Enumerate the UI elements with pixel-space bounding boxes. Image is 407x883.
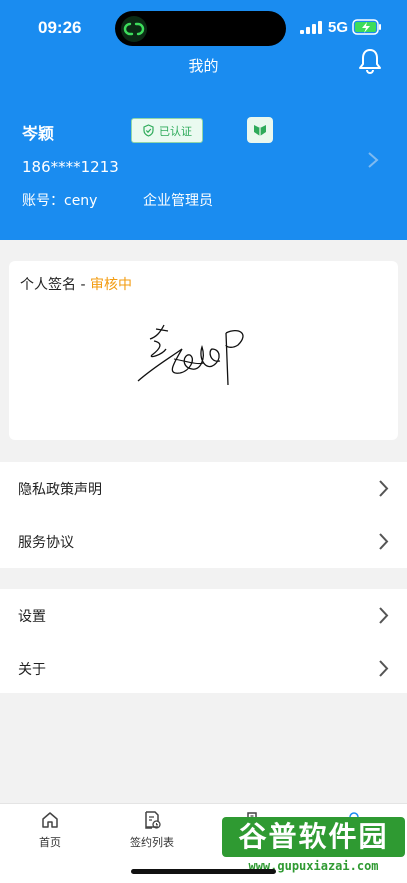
cellular-signal-icon [300,21,322,34]
signature-title: 个人签名 - 审核中 [20,274,132,294]
profile-header: 09:26 5G 我的 岑颖 已认证 186****1213 账号：ceny 企… [0,0,407,240]
handwritten-signature [137,324,244,386]
menu-item-service-agreement[interactable]: 服务协议 [0,515,407,568]
menu-group-legal: 隐私政策声明 服务协议 [0,462,407,568]
tab-contract-list-label: 签约列表 [130,836,174,849]
notification-bell-icon[interactable] [357,47,383,75]
page-title: 我的 [188,57,219,75]
tab-home[interactable]: 首页 [10,810,90,850]
home-icon [42,812,58,828]
menu-item-label: 设置 [18,608,46,625]
status-time: 09:26 [38,18,82,37]
shield-check-icon [143,124,154,137]
menu-item-privacy-policy[interactable]: 隐私政策声明 [0,462,407,515]
chevron-right-icon [379,480,389,497]
chevron-right-icon [379,533,389,550]
profile-chevron-right-icon[interactable] [367,151,379,169]
menu-item-label: 服务协议 [18,534,74,551]
certificate-icon [254,125,266,136]
account-id: 账号：ceny [22,193,98,209]
menu-item-label: 关于 [18,661,46,678]
status-bar: 09:26 5G [0,0,407,54]
network-type: 5G [328,19,349,36]
signature-status: 审核中 [89,277,132,293]
document-clock-icon [145,811,161,829]
user-name: 岑颖 [22,124,55,143]
phone-number: 186****1213 [22,158,119,176]
menu-item-label: 隐私政策声明 [18,481,102,498]
verified-label: 已认证 [159,124,192,138]
app-activity-icon [121,16,147,42]
verified-badge: 已认证 [131,118,203,143]
menu-item-settings[interactable]: 设置 [0,589,407,642]
signature-card[interactable]: 个人签名 - 审核中 [9,261,398,440]
watermark-main-text: 谷普软件园 [222,817,405,857]
dynamic-island [115,11,286,46]
home-indicator[interactable] [131,869,276,874]
signature-title-label: 个人签名 - [20,277,90,293]
chevron-right-icon [379,607,389,624]
tab-home-label: 首页 [39,836,61,849]
menu-group-app: 设置 关于 [0,589,407,693]
user-role: 企业管理员 [143,193,213,209]
certificate-button[interactable] [247,117,273,143]
tab-contract-list[interactable]: 签约列表 [112,810,192,850]
battery-charging-icon [352,19,381,35]
menu-item-about[interactable]: 关于 [0,642,407,695]
chevron-right-icon [379,660,389,677]
